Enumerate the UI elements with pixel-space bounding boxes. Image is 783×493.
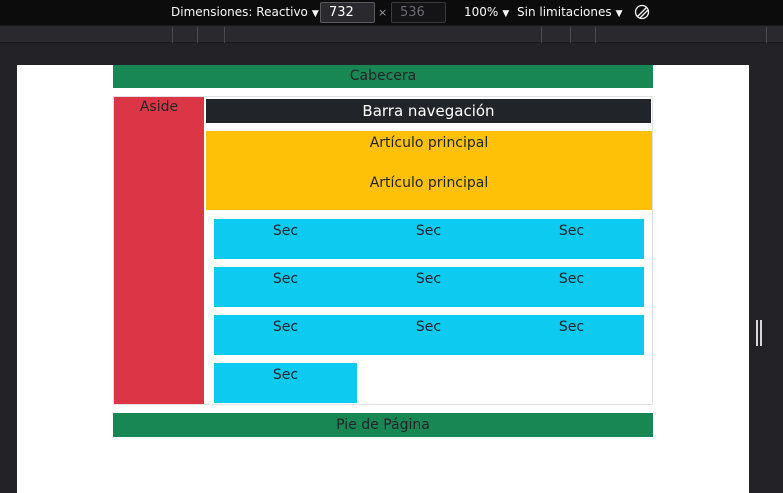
article-line: Artículo principal — [369, 175, 489, 191]
device-dimensions-dropdown[interactable]: Dimensiones: Reactivo ▼ — [171, 0, 319, 25]
segment-divider — [595, 27, 596, 43]
segment-divider — [224, 27, 225, 43]
article-line: Artículo principal — [369, 135, 489, 151]
chevron-down-icon: ▼ — [311, 9, 319, 19]
section-label: Sec — [558, 319, 585, 335]
device-dimensions-label: Dimensiones: Reactivo — [171, 5, 308, 19]
section-row: Sec Sec Sec — [214, 267, 644, 307]
segment-divider — [172, 27, 173, 43]
page-viewport: Cabecera Aside Barra navegación Artículo… — [17, 65, 749, 493]
page-header: Cabecera — [113, 65, 653, 88]
grip-line — [760, 320, 762, 346]
section-row: Sec Sec Sec — [214, 315, 644, 355]
segment-divider — [197, 27, 198, 43]
zoom-label: 100% — [464, 5, 499, 19]
grip-line — [756, 320, 758, 346]
aside-panel: Aside — [114, 97, 204, 404]
section-label: Sec — [272, 223, 299, 239]
zoom-dropdown[interactable]: 100% ▼ — [464, 0, 509, 25]
rotate-icon[interactable] — [633, 3, 651, 21]
section-label: Sec — [558, 271, 585, 287]
section-row: Sec Sec Sec — [214, 219, 644, 259]
section-label: Sec — [272, 319, 299, 335]
main-article: Artículo principal Artículo principal — [206, 131, 652, 210]
content-frame: Aside Barra navegación Artículo principa… — [113, 96, 653, 405]
chevron-down-icon: ▼ — [615, 9, 623, 19]
section-row: Sec — [214, 363, 357, 403]
segment-divider — [541, 27, 542, 43]
navbar: Barra navegación — [206, 99, 651, 123]
viewport-width-input[interactable]: 732 — [320, 2, 375, 23]
chevron-down-icon: ▼ — [502, 9, 510, 19]
dimension-separator: × — [378, 6, 388, 19]
throttling-label: Sin limitaciones — [517, 5, 612, 19]
media-query-segments-bar — [0, 25, 783, 43]
segment-divider — [570, 27, 571, 43]
section-label: Sec — [415, 271, 442, 287]
network-throttling-dropdown[interactable]: Sin limitaciones ▼ — [517, 0, 623, 25]
section-label: Sec — [272, 367, 299, 383]
responsive-design-toolbar: Dimensiones: Reactivo ▼ 732 × 536 100% ▼ S… — [0, 0, 783, 25]
segment-divider — [766, 27, 767, 43]
page-footer: Pie de Página — [113, 413, 653, 437]
viewport-height-input[interactable]: 536 — [391, 2, 446, 23]
viewport-resize-handle[interactable] — [756, 320, 762, 346]
section-label: Sec — [415, 319, 442, 335]
section-label: Sec — [415, 223, 442, 239]
section-label: Sec — [272, 271, 299, 287]
section-label: Sec — [558, 223, 585, 239]
